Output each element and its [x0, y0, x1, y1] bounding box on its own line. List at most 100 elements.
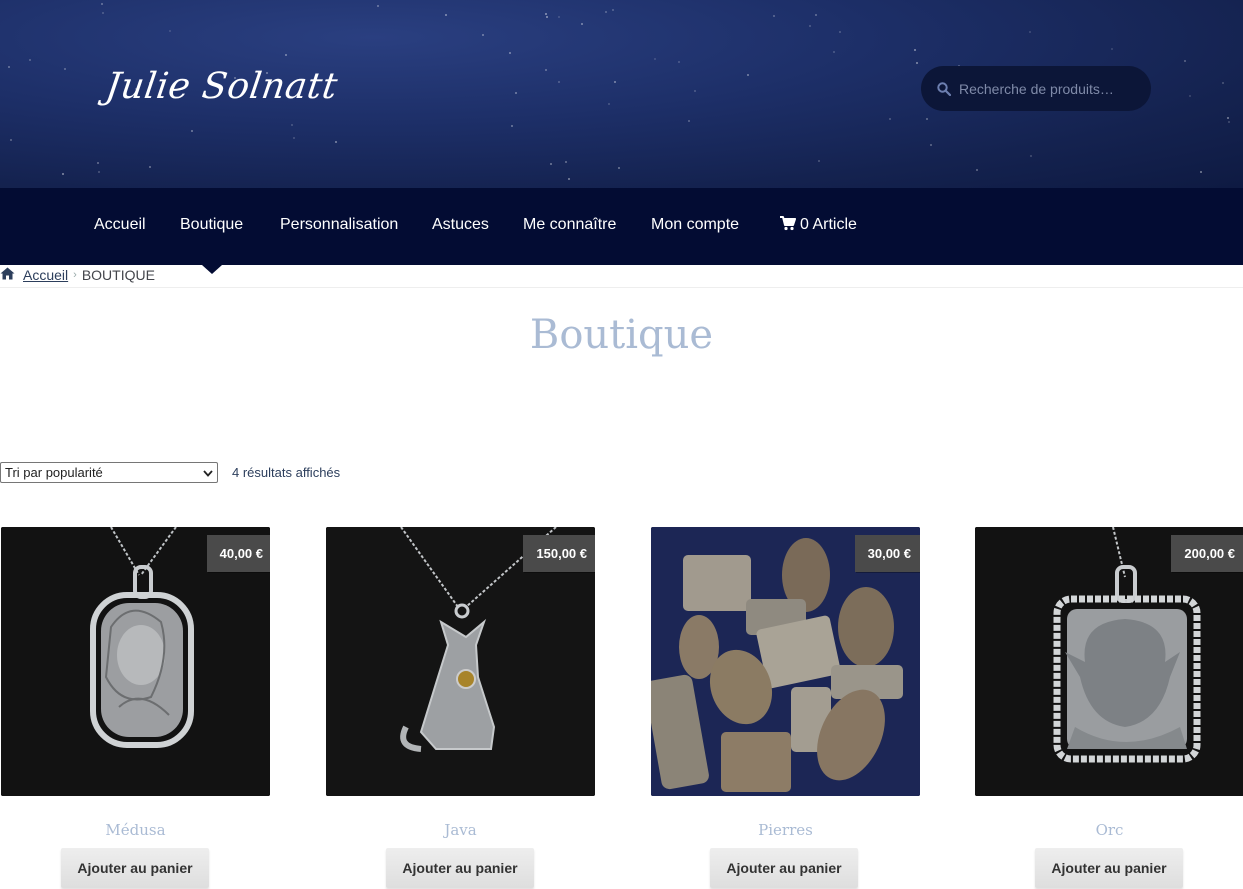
product-title[interactable]: Pierres — [651, 821, 920, 839]
star-dot — [833, 51, 835, 53]
star-dot — [291, 124, 293, 126]
search-icon — [937, 81, 952, 96]
price-badge: 200,00 € — [1171, 535, 1243, 572]
star-dot — [1029, 31, 1031, 33]
star-dot — [694, 90, 696, 92]
page-title: Boutique — [529, 312, 714, 358]
product-image-orc[interactable]: 200,00 € — [975, 527, 1243, 796]
product-title[interactable]: Orc — [975, 821, 1243, 839]
star-dot — [688, 120, 690, 122]
add-to-cart-button[interactable]: Ajouter au panier — [61, 848, 209, 888]
star-dot — [839, 31, 841, 33]
product-image-medusa[interactable]: 40,00 € — [1, 527, 270, 796]
star-dot — [809, 25, 811, 27]
nav-item-mon-compte[interactable]: Mon compte — [651, 216, 739, 234]
star-dot — [8, 66, 10, 68]
star-dot — [815, 14, 817, 16]
star-dot — [545, 69, 547, 71]
star-dot — [926, 118, 928, 120]
nav-item-personnalisation[interactable]: Personnalisation — [280, 216, 398, 234]
star-dot — [29, 59, 31, 61]
orderby-selected-value: Tri par popularité — [5, 465, 103, 480]
star-dot — [377, 5, 379, 7]
product-search[interactable] — [921, 66, 1151, 111]
star-dot — [565, 161, 567, 163]
star-dot — [550, 163, 552, 165]
star-dot — [889, 118, 891, 120]
star-dot — [618, 167, 620, 169]
product-card: 40,00 € Médusa Ajouter au panier — [1, 527, 270, 888]
star-dot — [169, 30, 171, 32]
star-dot — [101, 3, 103, 5]
breadcrumb-current: BOUTIQUE — [81, 267, 155, 283]
star-dot — [285, 54, 287, 56]
star-dot — [191, 130, 193, 132]
shopping-cart-icon — [780, 216, 796, 236]
star-dot — [445, 14, 447, 16]
cart-link[interactable]: 0 Article — [780, 216, 857, 236]
product-image-java[interactable]: 150,00 € — [326, 527, 595, 796]
nav-item-accueil[interactable]: Accueil — [94, 216, 146, 234]
star-dot — [605, 11, 607, 13]
product-title[interactable]: Médusa — [1, 821, 270, 839]
price-badge: 40,00 € — [206, 535, 270, 572]
star-dot — [1228, 121, 1230, 123]
star-dot — [64, 68, 66, 70]
star-dot — [678, 61, 680, 63]
price-badge: 30,00 € — [854, 535, 920, 572]
star-dot — [608, 103, 610, 105]
main-navigation: Accueil Boutique Personnalisation Astuce… — [0, 188, 1243, 265]
star-dot — [1184, 60, 1186, 62]
breadcrumb-home-link[interactable]: Accueil — [23, 267, 68, 283]
star-dot — [10, 139, 12, 141]
star-dot — [773, 15, 775, 17]
star-dot — [1189, 95, 1191, 97]
star-dot — [558, 81, 560, 83]
star-dot — [149, 166, 151, 168]
star-dot — [1200, 171, 1202, 173]
add-to-cart-button[interactable]: Ajouter au panier — [1035, 848, 1183, 888]
nav-item-me-connaitre[interactable]: Me connaître — [523, 216, 616, 234]
star-dot — [546, 16, 548, 18]
product-card: 30,00 € Pierres Ajouter au panier — [651, 527, 920, 888]
result-count: 4 résultats affichés — [232, 465, 341, 480]
star-dot — [1227, 117, 1229, 119]
nav-item-boutique[interactable]: Boutique — [180, 216, 243, 234]
site-header: Julie Solnatt — [0, 0, 1243, 188]
product-title[interactable]: Java — [326, 821, 595, 839]
star-dot — [515, 92, 517, 94]
orderby-select[interactable]: Tri par popularité — [0, 462, 218, 483]
product-image-pierres[interactable]: 30,00 € — [651, 527, 920, 796]
star-dot — [545, 13, 547, 15]
breadcrumb: Accueil › BOUTIQUE — [0, 267, 155, 283]
star-dot — [568, 178, 570, 180]
star-dot — [1111, 48, 1113, 50]
search-input[interactable] — [959, 80, 1139, 97]
star-dot — [97, 162, 99, 164]
star-dot — [1222, 82, 1224, 84]
star-dot — [1030, 155, 1032, 157]
star-dot — [102, 12, 104, 14]
star-dot — [916, 62, 918, 64]
star-dot — [614, 81, 616, 83]
product-card: 150,00 € Java Ajouter au panier — [326, 527, 595, 888]
star-dot — [558, 16, 560, 18]
site-logo[interactable]: Julie Solnatt — [103, 66, 340, 107]
breadcrumb-separator: › — [73, 269, 77, 281]
star-dot — [818, 160, 820, 162]
price-badge: 150,00 € — [523, 535, 595, 572]
star-dot — [509, 52, 511, 54]
star-dot — [581, 23, 583, 25]
chevron-down-icon — [203, 465, 213, 480]
cart-label: 0 Article — [800, 216, 857, 233]
nav-item-astuces[interactable]: Astuces — [432, 216, 489, 234]
star-dot — [612, 9, 614, 11]
star-dot — [976, 169, 978, 171]
add-to-cart-button[interactable]: Ajouter au panier — [386, 848, 534, 888]
add-to-cart-button[interactable]: Ajouter au panier — [710, 848, 858, 888]
star-dot — [335, 141, 337, 143]
home-icon — [0, 267, 15, 283]
star-dot — [930, 144, 932, 146]
star-dot — [654, 58, 656, 60]
star-dot — [511, 125, 513, 127]
